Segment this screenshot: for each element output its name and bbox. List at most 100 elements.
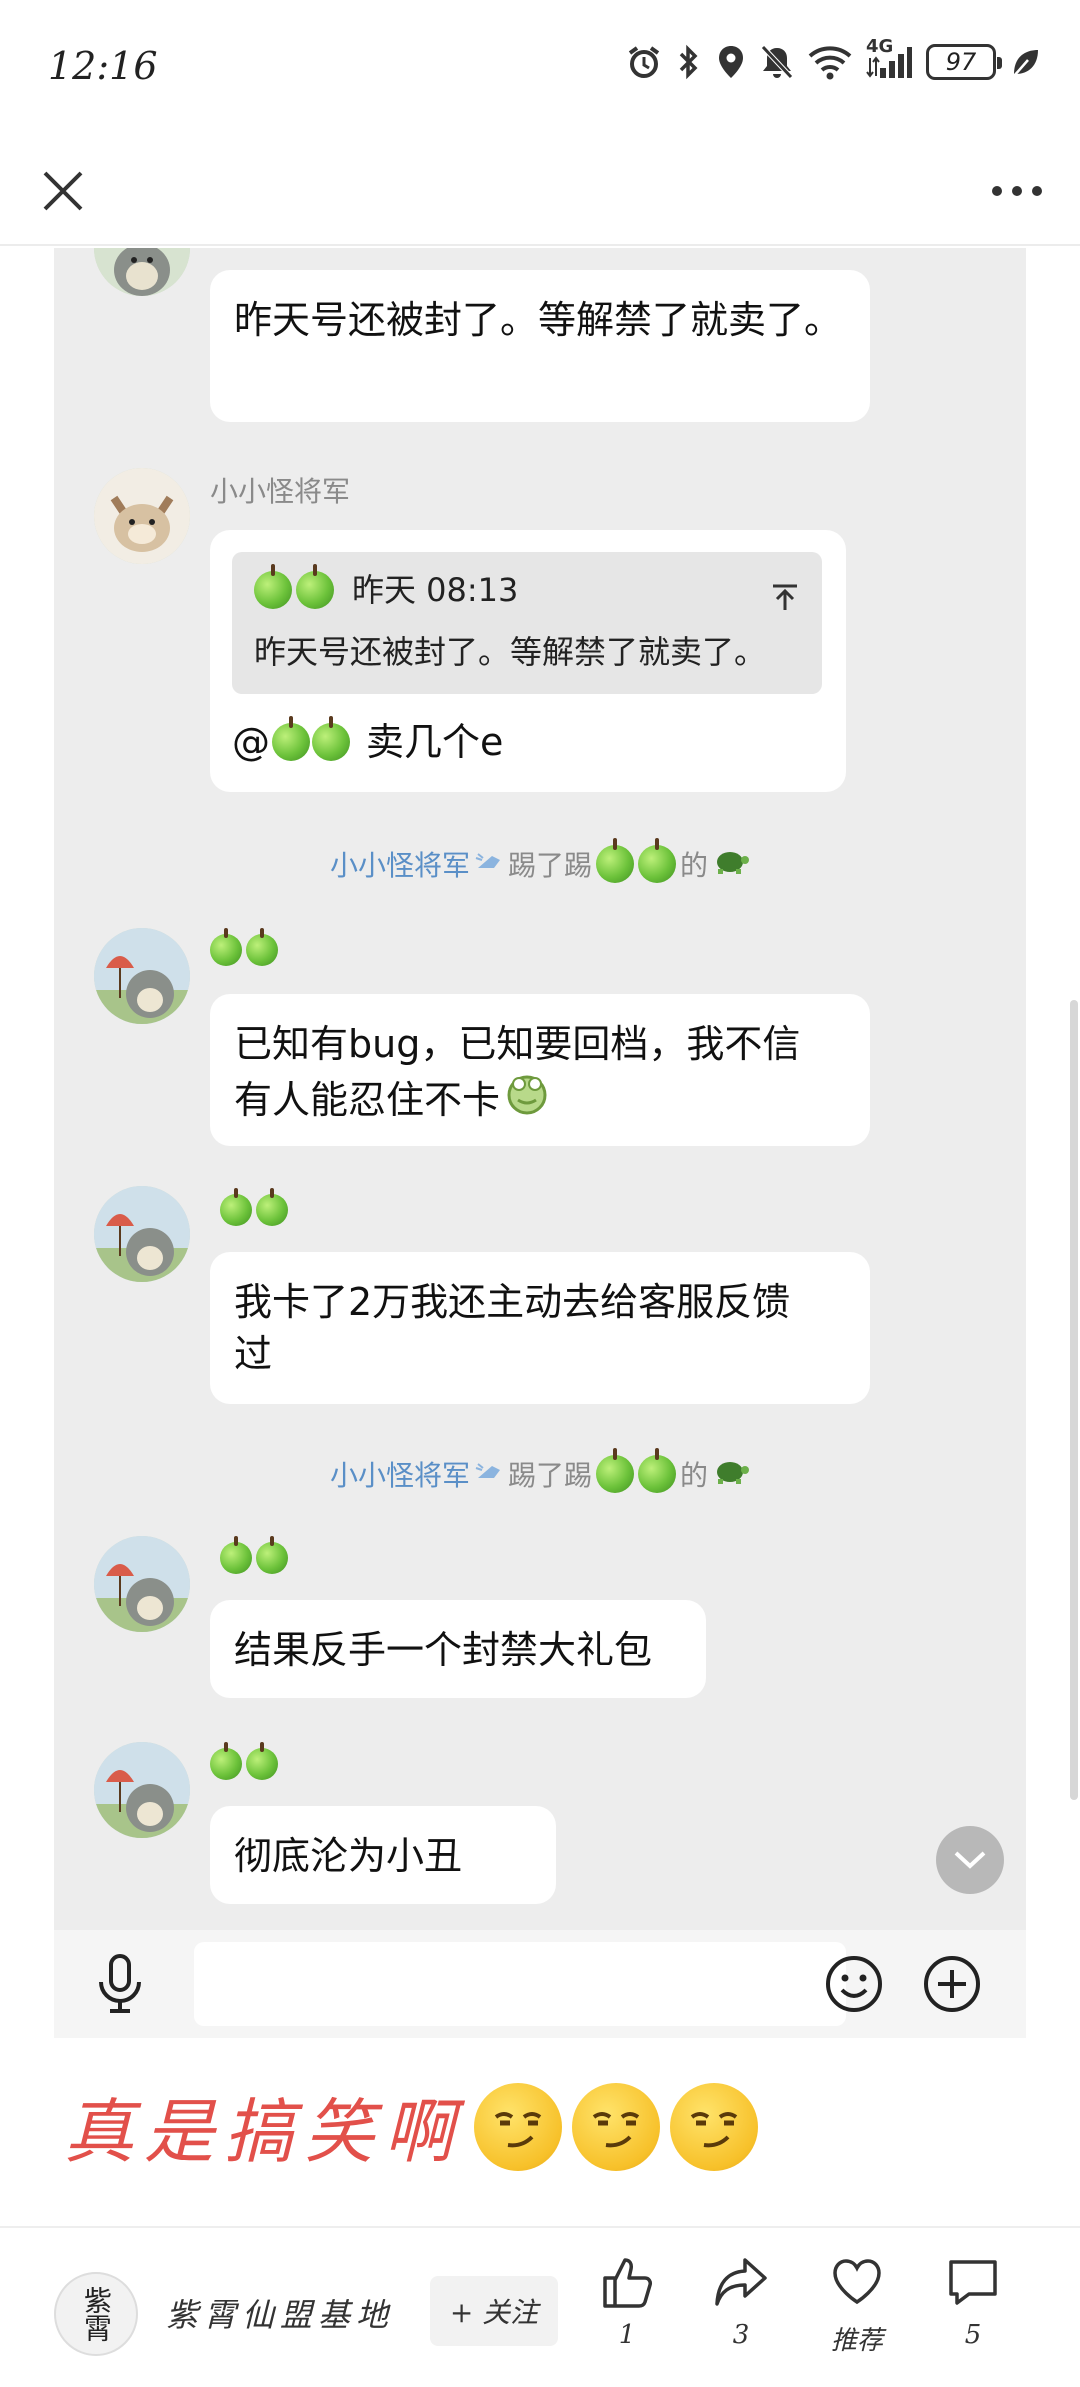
apple-emoji-icon: [256, 1536, 288, 1574]
quote-header: 昨天 08:13: [254, 564, 800, 612]
turtle-icon: [712, 1456, 750, 1493]
system-notice: 小小怪将军 踢了踢 的: [54, 1448, 1026, 1494]
recommend-button[interactable]: 推荐: [812, 2254, 902, 2374]
apple-emoji-icon: [296, 564, 334, 609]
top-nav: [0, 140, 1080, 246]
system-notice: 小小怪将军 踢了踢 的: [54, 838, 1026, 884]
apple-emoji-icon: [272, 716, 310, 761]
avatar[interactable]: [94, 1536, 190, 1632]
message-bubble[interactable]: 昨天 08:13 昨天号还被封了。等解禁了就卖了。 @ 卖几个e: [210, 530, 846, 792]
bluetooth-icon: [676, 44, 702, 80]
smirk-emoji-icon: [670, 2082, 758, 2171]
notice-suffix: 的: [680, 849, 709, 882]
message-text-line2: 有人能忍住不卡: [234, 1070, 846, 1129]
message-text: 昨天号还被封了。等解禁了就卖了。: [234, 298, 843, 342]
apple-emoji-icon: [638, 838, 676, 883]
author-avatar-text: 紫霄: [80, 2286, 113, 2342]
status-bar: 12:16 4G 97: [0, 0, 1080, 140]
message-text-line1: 我卡了2万我还主动去给客服反馈: [234, 1280, 791, 1324]
message-text-line2: 过: [234, 1332, 273, 1376]
mention-prefix: @: [232, 720, 270, 764]
sender-emoji: [210, 1742, 278, 1780]
battery-level: 97: [945, 48, 977, 76]
apple-emoji-icon: [210, 1742, 242, 1780]
share-icon: [715, 2258, 767, 2306]
scroll-down-button[interactable]: [936, 1826, 1004, 1894]
notice-actor[interactable]: 小小怪将军: [330, 844, 470, 884]
close-icon: [43, 171, 83, 211]
apple-emoji-icon: [256, 1188, 288, 1226]
message-input[interactable]: [194, 1942, 846, 2026]
comment-count: 5: [964, 2320, 982, 2350]
recommend-label: 推荐: [830, 2326, 883, 2356]
apple-emoji-icon: [596, 838, 634, 883]
share-button[interactable]: 3: [696, 2254, 786, 2374]
message-text: 彻底沦为小丑: [234, 1834, 463, 1878]
more-button[interactable]: [982, 156, 1052, 226]
network-type-label: 4G: [866, 36, 894, 57]
quote-time: 昨天 08:13: [352, 571, 519, 609]
author-avatar[interactable]: 紫霄: [54, 2272, 138, 2356]
scrollbar[interactable]: [1070, 1000, 1078, 1800]
apple-emoji-icon: [246, 928, 278, 966]
follow-button[interactable]: + 关注: [430, 2276, 558, 2346]
avatar[interactable]: [94, 468, 190, 564]
apple-emoji-icon: [596, 1448, 634, 1493]
thumbs-up-icon: [603, 2258, 652, 2308]
arrow-up-icon[interactable]: [770, 574, 800, 626]
caption-text: 真是搞笑啊: [64, 2091, 464, 2173]
comment-button[interactable]: 5: [928, 2254, 1018, 2374]
like-button[interactable]: 1: [582, 2254, 672, 2374]
smirk-emoji-icon: [572, 2082, 660, 2171]
location-icon: [716, 44, 746, 80]
notice-action: 踢了踢: [507, 849, 592, 882]
frog-emoji-icon: [504, 1070, 550, 1129]
message-text-line2-text: 有人能忍住不卡: [234, 1077, 501, 1122]
sender-emoji: [220, 1188, 288, 1226]
notice-actor[interactable]: 小小怪将军: [330, 1454, 470, 1494]
sender-emoji: [210, 928, 278, 966]
more-icon: [992, 186, 1042, 196]
turtle-icon: [712, 846, 750, 883]
notice-action: 踢了踢: [507, 1459, 592, 1492]
apple-emoji-icon: [210, 928, 242, 966]
close-button[interactable]: [28, 156, 98, 226]
battery-indicator: 97: [926, 44, 1002, 80]
apple-emoji-icon: [638, 1448, 676, 1493]
wifi-icon: [808, 44, 852, 80]
message-bubble[interactable]: 结果反手一个封禁大礼包: [210, 1600, 706, 1698]
microphone-icon: [99, 1954, 141, 2013]
author-name[interactable]: 紫霄仙盟基地: [166, 2290, 394, 2336]
apple-emoji-icon: [312, 716, 350, 761]
kick-icon: [474, 1458, 504, 1491]
sender-emoji: [220, 1536, 288, 1574]
apple-emoji-icon: [220, 1536, 252, 1574]
message-bubble[interactable]: 彻底沦为小丑: [210, 1806, 556, 1904]
avatar[interactable]: [94, 1742, 190, 1838]
emoji-button[interactable]: [824, 1954, 884, 2014]
quoted-message[interactable]: 昨天 08:13 昨天号还被封了。等解禁了就卖了。: [232, 552, 822, 694]
bottom-action-bar: 紫霄 紫霄仙盟基地 + 关注 1 3 推荐 5: [0, 2228, 1080, 2387]
comment-icon: [949, 2260, 997, 2305]
share-count: 3: [732, 2320, 750, 2350]
apple-emoji-icon: [254, 564, 292, 609]
avatar[interactable]: [94, 928, 190, 1024]
reply-body: 卖几个e: [366, 720, 504, 764]
avatar[interactable]: [94, 1186, 190, 1282]
chevron-down-icon: [954, 1851, 986, 1869]
chat-screenshot: 昨天号还被封了。等解禁了就卖了。 小小怪将军 昨天 08:13 昨天号还被封了。…: [54, 248, 1026, 2038]
chat-input-bar: [54, 1930, 1026, 2038]
post-caption: 真是搞笑啊: [64, 2076, 758, 2177]
smirk-emoji-icon: [474, 2082, 562, 2171]
voice-button[interactable]: [90, 1954, 150, 2014]
heart-icon: [833, 2259, 881, 2305]
add-button[interactable]: [922, 1954, 982, 2014]
notice-suffix: 的: [680, 1459, 709, 1492]
message-bubble[interactable]: 已知有bug，已知要回档，我不信 有人能忍住不卡: [210, 994, 870, 1146]
message-bubble[interactable]: 我卡了2万我还主动去给客服反馈 过: [210, 1252, 870, 1404]
status-icons: 4G 97: [626, 36, 1040, 80]
message-text: 结果反手一个封禁大礼包: [234, 1628, 653, 1672]
status-time: 12:16: [48, 44, 158, 88]
message-bubble[interactable]: 昨天号还被封了。等解禁了就卖了。: [210, 270, 870, 422]
apple-emoji-icon: [220, 1188, 252, 1226]
